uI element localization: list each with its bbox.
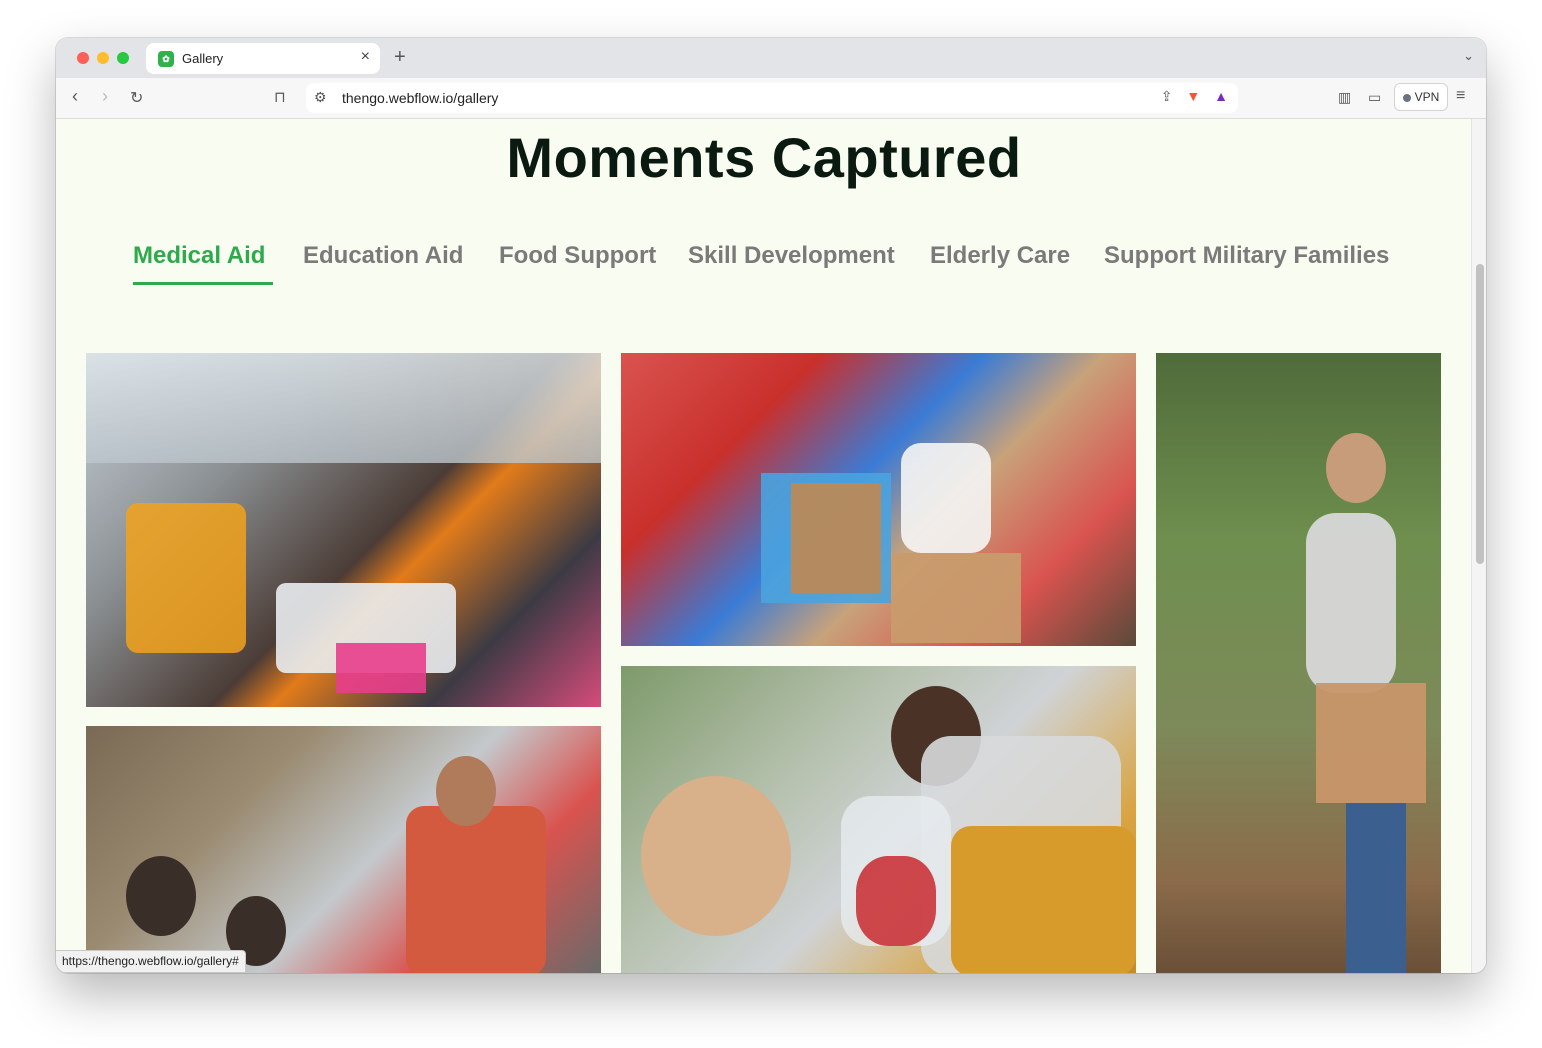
vpn-button[interactable]: VPN bbox=[1394, 83, 1448, 111]
site-settings-icon[interactable]: ⚙ bbox=[314, 89, 327, 106]
new-tab-icon[interactable]: + bbox=[394, 46, 406, 69]
photo-girl-receiving-apples[interactable] bbox=[621, 666, 1136, 973]
tab-skill-development[interactable]: Skill Development bbox=[688, 242, 895, 270]
sidebar-toggle-icon[interactable]: ▥ bbox=[1338, 89, 1351, 106]
share-icon[interactable]: ⇪ bbox=[1161, 88, 1173, 104]
brave-shield-icon[interactable]: ▼ bbox=[1186, 88, 1200, 104]
tab-list-chevron-icon[interactable]: ⌄ bbox=[1463, 48, 1474, 64]
address-bar[interactable]: ⚙ thengo.webflow.io/gallery ⇪ ▼ ▲ bbox=[306, 83, 1238, 113]
photo-volunteers-packing-boxes[interactable] bbox=[621, 353, 1136, 646]
vpn-status-icon bbox=[1402, 93, 1411, 102]
page-content: Moments Captured Medical Aid Education A… bbox=[56, 119, 1472, 973]
scrollbar-track[interactable] bbox=[1471, 119, 1486, 973]
browser-window: ✿ Gallery × + ⌄ ‹ › ↻ ⊓ ⚙ thengo.webflow… bbox=[56, 38, 1486, 973]
reload-icon[interactable]: ↻ bbox=[130, 88, 143, 108]
tab-gallery[interactable]: ✿ Gallery × bbox=[146, 43, 380, 74]
photo-refugee-camp-distribution[interactable] bbox=[86, 353, 601, 707]
maximize-window-button[interactable] bbox=[117, 52, 129, 64]
tab-medical-aid[interactable]: Medical Aid bbox=[133, 242, 265, 270]
photo-volunteer-handing-box[interactable] bbox=[1156, 353, 1441, 973]
close-window-button[interactable] bbox=[77, 52, 89, 64]
tab-elderly-care[interactable]: Elderly Care bbox=[930, 242, 1070, 270]
wallet-icon[interactable]: ▭ bbox=[1368, 89, 1381, 106]
tab-bar: ✿ Gallery × + ⌄ bbox=[56, 38, 1486, 78]
scrollbar-thumb[interactable] bbox=[1476, 264, 1484, 564]
url-actions: ⇪ ▼ ▲ bbox=[1161, 88, 1228, 105]
photo-children-food-handout[interactable] bbox=[86, 726, 601, 973]
forward-icon[interactable]: › bbox=[102, 86, 108, 107]
close-tab-icon[interactable]: × bbox=[361, 48, 370, 66]
status-bar-url: https://thengo.webflow.io/gallery# bbox=[56, 950, 246, 973]
vpn-label: VPN bbox=[1414, 90, 1440, 104]
tab-title: Gallery bbox=[182, 51, 224, 66]
site-favicon-icon: ✿ bbox=[158, 51, 174, 67]
bookmark-icon[interactable]: ⊓ bbox=[274, 88, 286, 106]
tab-support-military-families[interactable]: Support Military Families bbox=[1104, 242, 1389, 270]
minimize-window-button[interactable] bbox=[97, 52, 109, 64]
active-tab-underline bbox=[133, 282, 273, 285]
tab-education-aid[interactable]: Education Aid bbox=[303, 242, 463, 270]
browser-toolbar: ‹ › ↻ ⊓ ⚙ thengo.webflow.io/gallery ⇪ ▼ … bbox=[56, 78, 1486, 119]
url-text[interactable]: thengo.webflow.io/gallery bbox=[342, 90, 498, 106]
menu-icon[interactable]: ≡ bbox=[1456, 87, 1465, 105]
brave-rewards-icon[interactable]: ▲ bbox=[1214, 88, 1228, 104]
page-title: Moments Captured bbox=[506, 126, 1022, 189]
tab-food-support[interactable]: Food Support bbox=[499, 242, 656, 270]
back-icon[interactable]: ‹ bbox=[72, 86, 78, 107]
